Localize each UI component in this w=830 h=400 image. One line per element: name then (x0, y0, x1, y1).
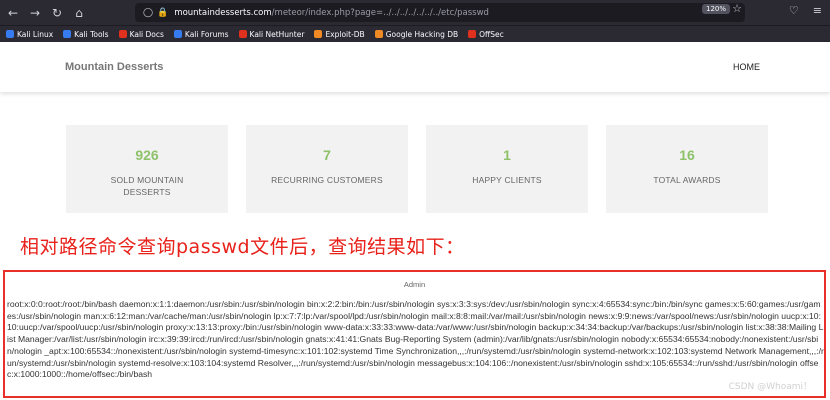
stat-value: 16 (679, 147, 695, 163)
stat-value: 1 (503, 147, 511, 163)
bookmark-favicon-icon (238, 30, 247, 38)
pocket-icon[interactable]: ♡ (789, 4, 799, 17)
bookmark-label: Exploit-DB (325, 29, 365, 39)
stat-label: TOTAL AWARDS (653, 175, 721, 185)
reload-icon[interactable]: ↻ (48, 4, 66, 22)
bookmark-label: Kali Forums (184, 29, 229, 39)
bookmark-label: Kali Linux (17, 29, 54, 39)
bookmark-favicon-icon (468, 30, 477, 38)
zoom-badge[interactable]: 120% (701, 4, 730, 14)
lock-icon[interactable]: 🔒 (157, 8, 168, 18)
back-arrow-icon[interactable]: ← (4, 4, 22, 22)
bookmark-item[interactable]: Kali Tools (63, 29, 109, 39)
bookmark-label: OffSec (479, 29, 504, 39)
stat-box-sold: 926 SOLD MOUNTAIN DESSERTS (66, 125, 228, 213)
stat-box-happy: 1 HAPPY CLIENTS (426, 125, 588, 213)
nav-home-link[interactable]: HOME (733, 62, 760, 72)
admin-output-box: Admin root:x:0:0:root:/root:/bin/bash da… (3, 270, 826, 398)
bookmarks-bar: Kali Linux Kali Tools Kali Docs Kali Forums… (0, 25, 830, 42)
menu-icon[interactable]: ≡ (813, 4, 822, 17)
bookmark-label: Google Hacking DB (385, 29, 459, 39)
bookmark-favicon-icon (173, 30, 182, 38)
bookmark-favicon-icon (118, 30, 127, 38)
toolbar-right-icons: ♡ ≡ (789, 4, 822, 17)
url-domain: mountaindesserts.com (174, 7, 272, 18)
bookmark-label: Kali Tools (74, 29, 109, 39)
stat-value: 7 (323, 147, 331, 163)
url-text[interactable]: mountaindesserts.com/meteor/index.php?pa… (174, 8, 489, 18)
stat-value: 926 (135, 147, 159, 163)
stat-label: RECURRING CUSTOMERS (271, 175, 383, 185)
bookmark-label: Kali Docs (129, 29, 164, 39)
bookmark-item[interactable]: OffSec (468, 30, 504, 39)
stat-label: HAPPY CLIENTS (472, 175, 542, 185)
bookmark-item[interactable]: Kali NetHunter (238, 29, 305, 39)
bookmark-star-icon[interactable]: ☆ (732, 2, 742, 15)
bookmark-item[interactable]: Kali Docs (118, 29, 164, 39)
stat-box-awards: 16 TOTAL AWARDS (606, 125, 768, 213)
shield-icon[interactable]: ◯ (143, 8, 153, 18)
bookmark-item[interactable]: Google Hacking DB (374, 29, 459, 39)
home-icon[interactable]: ⌂ (70, 4, 88, 22)
site-brand[interactable]: Mountain Desserts (65, 61, 163, 73)
stat-box-recurring: 7 RECURRING CUSTOMERS (246, 125, 408, 213)
stat-label: SOLD MOUNTAIN DESSERTS (110, 175, 184, 197)
bookmark-favicon-icon (6, 30, 14, 38)
bookmark-item[interactable]: Kali Linux (6, 30, 53, 39)
forward-arrow-icon[interactable]: → (26, 4, 44, 22)
passwd-content: root:x:0:0:root:/root:/bin/bash daemon:x… (7, 299, 824, 380)
watermark: CSDN @Whoami！ (728, 382, 812, 392)
admin-title: Admin (403, 280, 426, 289)
bookmark-favicon-icon (374, 30, 383, 38)
annotation-text: 相对路径命令查询passwd文件后，查询结果如下： (20, 236, 465, 258)
url-path: /meteor/index.php?page=../../../../../..… (271, 7, 489, 18)
bookmark-label: Kali NetHunter (249, 29, 305, 39)
bookmark-item[interactable]: Kali Forums (173, 29, 229, 39)
bookmark-favicon-icon (314, 30, 323, 38)
browser-toolbar: ← → ↻ ⌂ ◯ 🔒 mountaindesserts.com/meteor/… (0, 0, 830, 25)
bookmark-item[interactable]: Exploit-DB (314, 29, 365, 39)
url-bar[interactable]: ◯ 🔒 mountaindesserts.com/meteor/index.ph… (135, 3, 745, 22)
site-navbar: Mountain Desserts HOME (0, 42, 830, 92)
bookmark-favicon-icon (63, 30, 72, 38)
